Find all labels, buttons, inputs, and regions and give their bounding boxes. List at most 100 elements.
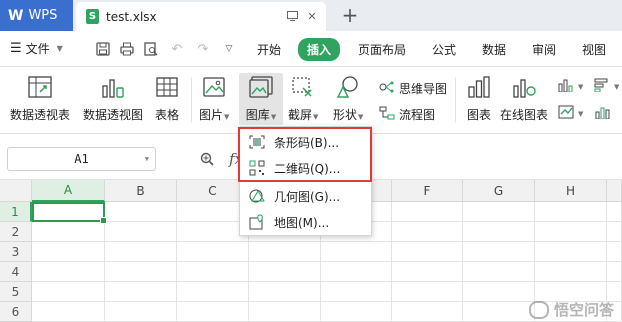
grid-cell[interactable] xyxy=(177,262,249,282)
grid-cell[interactable] xyxy=(535,262,607,282)
grid-cell[interactable] xyxy=(321,302,392,322)
print-preview-icon[interactable] xyxy=(142,40,160,58)
grid-cell[interactable] xyxy=(607,222,622,242)
pie-chart-dropdown[interactable] xyxy=(594,105,610,122)
online-chart-button[interactable]: 在线图表 xyxy=(500,74,548,123)
grid-cell[interactable] xyxy=(321,262,392,282)
grid-cell[interactable] xyxy=(32,222,105,242)
grid-cell[interactable] xyxy=(105,202,177,222)
new-tab-button[interactable]: + xyxy=(340,3,360,27)
select-all-corner[interactable] xyxy=(0,180,32,202)
shape-button[interactable]: 形状▼ xyxy=(333,74,363,123)
pivot-table-button[interactable]: 数据透视表 xyxy=(10,74,70,123)
grid-cell[interactable] xyxy=(249,262,321,282)
flowchart-button[interactable]: 流程图 xyxy=(379,106,435,123)
column-header[interactable]: A xyxy=(32,180,105,202)
picture-button[interactable]: 图片▼ xyxy=(199,74,229,123)
row-header[interactable]: 3 xyxy=(0,242,32,262)
file-tab[interactable]: S test.xlsx ✕ xyxy=(76,2,326,31)
active-cell-cursor[interactable] xyxy=(32,202,107,224)
grid-cell[interactable] xyxy=(607,202,622,222)
gallery-button[interactable]: 图库▼ xyxy=(239,73,283,125)
grid-cell[interactable] xyxy=(463,302,535,322)
grid-cell[interactable] xyxy=(32,262,105,282)
grid-cell[interactable] xyxy=(177,282,249,302)
tab-page-layout[interactable]: 页面布局 xyxy=(358,41,406,58)
mind-map-button[interactable]: 思维导图 xyxy=(379,80,447,97)
screenshot-button[interactable]: 截屏▼ xyxy=(288,74,318,123)
row-header[interactable]: 2 xyxy=(0,222,32,242)
zoom-icon[interactable] xyxy=(200,152,214,170)
column-header[interactable]: H xyxy=(535,180,607,202)
wps-home-tab[interactable]: W WPS xyxy=(0,0,73,31)
name-box[interactable]: A1 ▼ xyxy=(7,147,156,171)
row-header[interactable]: 4 xyxy=(0,262,32,282)
column-header[interactable]: F xyxy=(392,180,463,202)
tab-data[interactable]: 数据 xyxy=(482,41,506,58)
grid-cell[interactable] xyxy=(392,242,463,262)
grid-cell[interactable] xyxy=(607,262,622,282)
save-icon[interactable] xyxy=(94,40,112,58)
grid-cell[interactable] xyxy=(249,302,321,322)
file-menu-button[interactable]: ☰ 文件 ▼ xyxy=(10,40,63,57)
grid-cell[interactable] xyxy=(463,242,535,262)
line-chart-dropdown[interactable]: ▼ xyxy=(558,105,583,122)
tab-insert[interactable]: 插入 xyxy=(298,38,341,61)
geometry-menu-item[interactable]: 几何图(G)... xyxy=(240,183,371,209)
bar-chart-icon xyxy=(594,78,610,95)
grid-cell[interactable] xyxy=(392,282,463,302)
grid-cell[interactable] xyxy=(32,302,105,322)
grid-cell[interactable] xyxy=(249,242,321,262)
close-tab-icon[interactable]: ✕ xyxy=(306,10,318,23)
pivot-chart-button[interactable]: 数据透视图 xyxy=(83,74,143,123)
grid-cell[interactable] xyxy=(105,242,177,262)
grid-cell[interactable] xyxy=(105,302,177,322)
grid-cell[interactable] xyxy=(32,242,105,262)
chevron-down-icon: ▼ xyxy=(578,82,584,91)
map-menu-item[interactable]: 地图(M)... xyxy=(240,209,371,235)
flowchart-icon xyxy=(379,106,395,123)
column-header[interactable] xyxy=(607,180,622,202)
grid-cell[interactable] xyxy=(105,262,177,282)
ribbon-divider xyxy=(191,77,192,123)
pie-chart-icon xyxy=(594,105,610,122)
row-header[interactable]: 6 xyxy=(0,302,32,322)
tab-formulas[interactable]: 公式 xyxy=(432,41,456,58)
grid-cell[interactable] xyxy=(321,242,392,262)
grid-cell[interactable] xyxy=(32,282,105,302)
grid-cell[interactable] xyxy=(177,302,249,322)
grid-cell[interactable] xyxy=(463,202,535,222)
grid-cell[interactable] xyxy=(105,282,177,302)
grid-cell[interactable] xyxy=(463,222,535,242)
table-button[interactable]: 表格 xyxy=(153,74,181,123)
tab-review[interactable]: 审阅 xyxy=(532,41,556,58)
grid-cell[interactable] xyxy=(535,202,607,222)
grid-cell[interactable] xyxy=(607,242,622,262)
chart-button[interactable]: 图表 xyxy=(465,74,493,123)
print-icon[interactable] xyxy=(118,40,136,58)
column-header[interactable]: B xyxy=(105,180,177,202)
grid-cell[interactable] xyxy=(392,222,463,242)
grid-cell[interactable] xyxy=(177,242,249,262)
grid-cell[interactable] xyxy=(249,282,321,302)
row-header[interactable]: 1 xyxy=(0,202,32,222)
grid-cell[interactable] xyxy=(535,222,607,242)
grid-cell[interactable] xyxy=(535,242,607,262)
grid-cell[interactable] xyxy=(392,262,463,282)
redo-icon[interactable]: ↷ xyxy=(194,40,212,58)
grid-cell[interactable] xyxy=(392,202,463,222)
grid-cell[interactable] xyxy=(321,282,392,302)
column-chart-dropdown[interactable]: ▼ xyxy=(558,78,583,95)
row-header[interactable]: 5 xyxy=(0,282,32,302)
customize-toolbar-icon[interactable]: ▽ xyxy=(220,40,238,58)
undo-icon[interactable]: ↶ xyxy=(168,40,186,58)
grid-cell[interactable] xyxy=(463,282,535,302)
tab-view[interactable]: 视图 xyxy=(582,41,606,58)
window-restore-icon[interactable] xyxy=(286,10,298,22)
tab-home[interactable]: 开始 xyxy=(257,41,281,58)
grid-cell[interactable] xyxy=(392,302,463,322)
bar-chart-dropdown[interactable]: ▼ xyxy=(594,78,619,95)
grid-cell[interactable] xyxy=(463,262,535,282)
grid-cell[interactable] xyxy=(105,222,177,242)
column-header[interactable]: G xyxy=(463,180,535,202)
